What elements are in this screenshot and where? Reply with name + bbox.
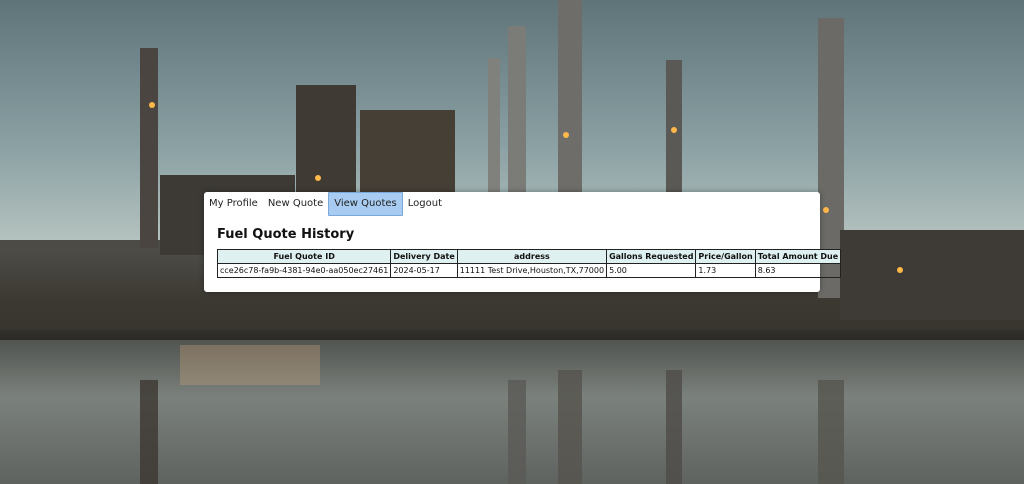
cell-price-per-gallon: 1.73 — [695, 263, 756, 278]
column-header-delivery-date: Delivery Date — [390, 249, 458, 264]
table-header-row: Fuel Quote ID Delivery Date address Gall… — [216, 249, 842, 264]
cell-total-due: 8.63 — [754, 263, 842, 278]
quote-history-table: Fuel Quote ID Delivery Date address Gall… — [216, 249, 842, 278]
quote-history-panel: My Profile New Quote View Quotes Logout … — [204, 192, 842, 292]
top-nav: My Profile New Quote View Quotes Logout — [204, 192, 447, 216]
cell-address: 11111 Test Drive,Houston,TX,77000 — [456, 263, 608, 278]
nav-new-quote[interactable]: New Quote — [263, 192, 328, 216]
nav-view-quotes[interactable]: View Quotes — [328, 192, 403, 216]
column-header-gallons: Gallons Requested — [606, 249, 697, 264]
column-header-price-per-gallon: Price/Gallon — [695, 249, 756, 264]
page-title: Fuel Quote History — [217, 227, 355, 242]
table-row: cce26c78-fa9b-4381-94e0-aa050ec27461 202… — [216, 263, 842, 278]
cell-quote-id: cce26c78-fa9b-4381-94e0-aa050ec27461 — [216, 263, 392, 278]
nav-logout[interactable]: Logout — [403, 192, 447, 216]
column-header-quote-id: Fuel Quote ID — [216, 249, 392, 264]
nav-my-profile[interactable]: My Profile — [204, 192, 263, 216]
cell-gallons: 5.00 — [606, 263, 697, 278]
column-header-address: address — [456, 249, 608, 264]
cell-delivery-date: 2024-05-17 — [390, 263, 458, 278]
column-header-total-due: Total Amount Due — [754, 249, 842, 264]
